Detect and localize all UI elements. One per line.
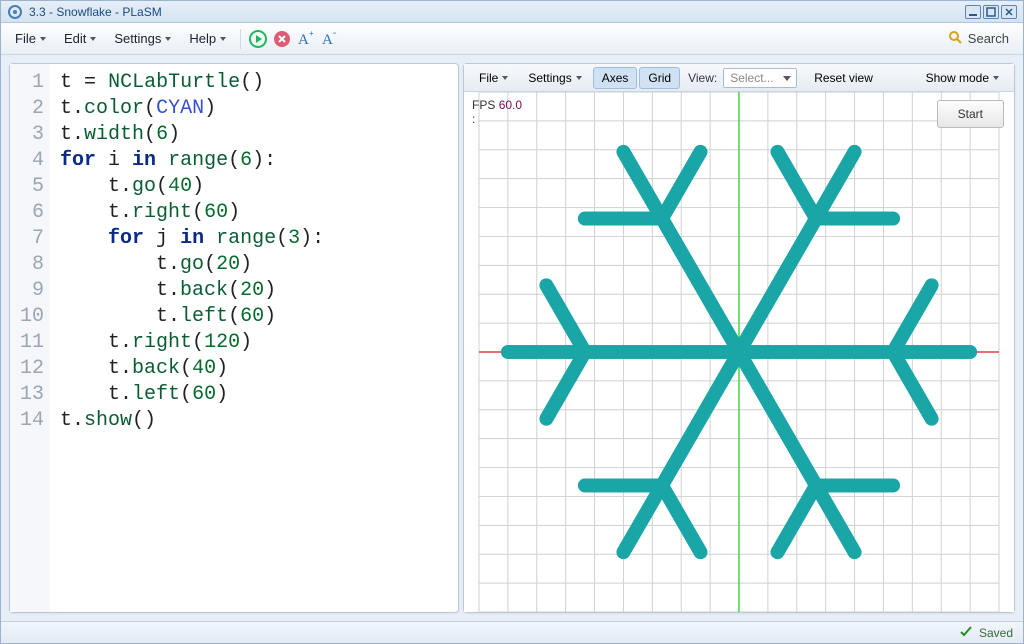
- caret-icon: [502, 76, 508, 80]
- view-label: View:: [688, 71, 717, 85]
- app-icon: [7, 4, 23, 20]
- start-button[interactable]: Start: [937, 100, 1004, 128]
- axes-label: Axes: [602, 71, 629, 85]
- minimize-button[interactable]: [965, 5, 981, 19]
- show-mode-menu[interactable]: Show mode: [917, 67, 1008, 89]
- grid-canvas: [464, 92, 1014, 612]
- search-button[interactable]: Search: [940, 26, 1017, 51]
- caret-icon: [90, 37, 96, 41]
- window-title: 3.3 - Snowflake - PLaSM: [29, 5, 965, 19]
- viewer-menu-settings[interactable]: Settings: [519, 67, 590, 89]
- content-area: 1234567891011121314 t = NCLabTurtle() t.…: [1, 55, 1023, 621]
- titlebar: 3.3 - Snowflake - PLaSM: [1, 1, 1023, 23]
- viewer-canvas[interactable]: FPS 60.0: Start: [464, 92, 1014, 612]
- svg-text:A: A: [322, 32, 333, 48]
- code-editor-pane: 1234567891011121314 t = NCLabTurtle() t.…: [9, 63, 459, 613]
- grid-label: Grid: [648, 71, 671, 85]
- viewer-settings-label: Settings: [528, 71, 571, 85]
- menu-edit-label: Edit: [64, 31, 86, 46]
- reset-view-label: Reset view: [814, 71, 873, 85]
- stop-button[interactable]: [271, 28, 293, 50]
- toggle-axes[interactable]: Axes: [593, 67, 638, 89]
- app-window: 3.3 - Snowflake - PLaSM File Edit Settin…: [0, 0, 1024, 644]
- menu-help[interactable]: Help: [181, 27, 234, 50]
- menu-file[interactable]: File: [7, 27, 54, 50]
- toolbar-divider: [240, 29, 241, 49]
- caret-icon: [993, 76, 999, 80]
- font-increase-button[interactable]: A+: [295, 28, 317, 50]
- svg-text:+: +: [309, 30, 314, 38]
- fps-readout: FPS 60.0:: [472, 98, 522, 126]
- maximize-button[interactable]: [983, 5, 999, 19]
- search-icon: [948, 30, 962, 47]
- fps-label: FPS: [472, 98, 495, 112]
- caret-icon: [165, 37, 171, 41]
- code-body[interactable]: t = NCLabTurtle() t.color(CYAN) t.width(…: [50, 64, 334, 612]
- svg-text:-: -: [333, 30, 336, 39]
- menu-file-label: File: [15, 31, 36, 46]
- line-gutter: 1234567891011121314: [10, 64, 50, 612]
- fps-value: 60.0: [499, 98, 522, 112]
- caret-icon: [40, 37, 46, 41]
- menu-settings-label: Settings: [114, 31, 161, 46]
- viewer-menu-file[interactable]: File: [470, 67, 517, 89]
- menu-help-label: Help: [189, 31, 216, 46]
- svg-text:A: A: [298, 32, 309, 48]
- viewer-toolbar: File Settings Axes Grid View: Select... …: [464, 64, 1014, 92]
- run-button[interactable]: [247, 28, 269, 50]
- menu-edit[interactable]: Edit: [56, 27, 104, 50]
- search-label: Search: [968, 31, 1009, 46]
- viewer-pane: File Settings Axes Grid View: Select... …: [463, 63, 1015, 613]
- view-selected-value: Select...: [730, 71, 773, 85]
- statusbar: Saved: [1, 621, 1023, 643]
- menu-settings[interactable]: Settings: [106, 27, 179, 50]
- toggle-grid[interactable]: Grid: [639, 67, 680, 89]
- font-decrease-button[interactable]: A-: [319, 28, 341, 50]
- close-button[interactable]: [1001, 5, 1017, 19]
- caret-icon: [220, 37, 226, 41]
- fps-extra: :: [472, 112, 475, 126]
- status-text: Saved: [979, 626, 1013, 640]
- show-mode-label: Show mode: [926, 71, 989, 85]
- view-select[interactable]: Select...: [723, 68, 797, 88]
- viewer-file-label: File: [479, 71, 498, 85]
- code-editor[interactable]: 1234567891011121314 t = NCLabTurtle() t.…: [10, 64, 458, 612]
- window-controls: [965, 5, 1017, 19]
- check-icon: [959, 624, 973, 641]
- menubar: File Edit Settings Help A+ A- Search: [1, 23, 1023, 55]
- caret-icon: [576, 76, 582, 80]
- reset-view-button[interactable]: Reset view: [805, 67, 882, 89]
